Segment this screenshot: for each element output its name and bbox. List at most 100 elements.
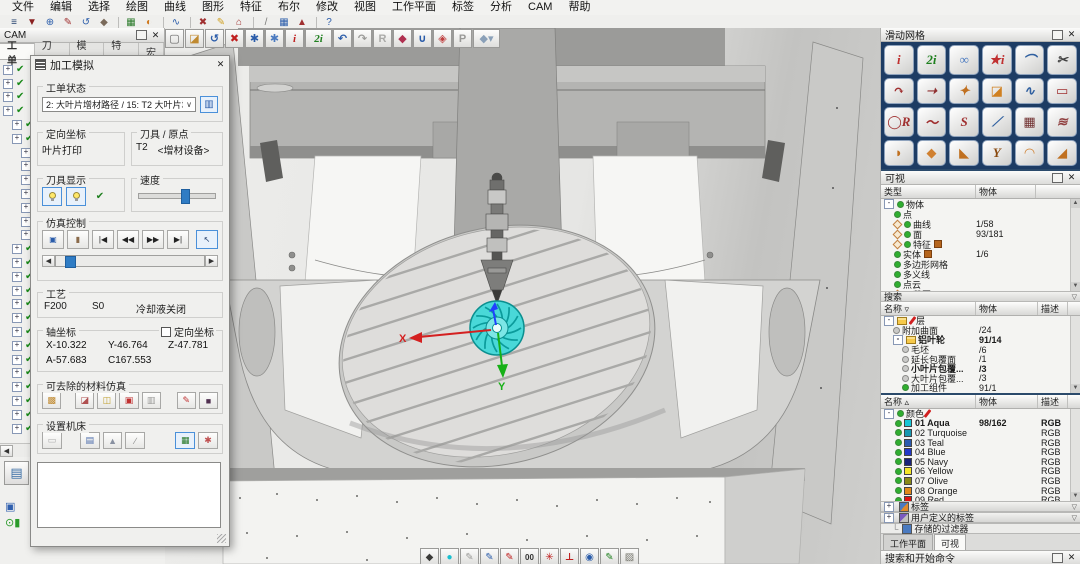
simulation-progress-slider[interactable]: [55, 255, 205, 267]
u-shape-icon[interactable]: ∪: [413, 29, 432, 48]
multi-solid-icon[interactable]: ◈: [433, 29, 452, 48]
collapse-icon[interactable]: +: [3, 92, 13, 102]
collapse-icon[interactable]: +: [3, 106, 13, 116]
collapse-icon[interactable]: +: [12, 134, 22, 144]
collapse-icon[interactable]: +: [3, 79, 13, 89]
visibility-bulb-icon[interactable]: [897, 201, 904, 208]
remove-material-button[interactable]: ◪: [75, 392, 94, 409]
collapse-icon[interactable]: +: [12, 327, 22, 337]
rectangle-icon[interactable]: ▭: [1047, 78, 1077, 105]
machine-alarm-button[interactable]: ✱: [198, 432, 218, 449]
menu-选择[interactable]: 选择: [80, 0, 118, 15]
color-row[interactable]: 01 Aqua98/162RGB: [881, 419, 1080, 429]
column-header-物体[interactable]: 物体: [976, 395, 1038, 408]
color-row[interactable]: 09 RedRGB: [881, 495, 1080, 501]
collapse-icon[interactable]: +: [12, 286, 22, 296]
visibility-bulb-icon[interactable]: [894, 271, 901, 278]
menu-帮助[interactable]: 帮助: [560, 0, 598, 15]
visibility-bulb-icon[interactable]: [904, 291, 911, 292]
pointer-mode-button[interactable]: ↖: [196, 230, 218, 249]
gear-badge-icon[interactable]: ✱: [265, 29, 284, 48]
column-header-描述[interactable]: 描述: [1038, 395, 1068, 408]
pin-icon[interactable]: ⊕: [42, 16, 58, 29]
stop-material-button[interactable]: ▣: [119, 392, 138, 409]
gray-pencil-icon[interactable]: ✎: [460, 548, 479, 564]
speed-slider-handle[interactable]: [181, 189, 190, 204]
menu-标签[interactable]: 标签: [444, 0, 482, 15]
show-tool-button[interactable]: [42, 187, 62, 206]
layered-surface-icon[interactable]: ≋: [1047, 107, 1077, 137]
scroll-left-icon[interactable]: ◀: [0, 445, 13, 457]
menu-图形[interactable]: 图形: [194, 0, 232, 15]
step-forward-icon[interactable]: ▶: [205, 255, 218, 267]
close-panel-icon[interactable]: ✕: [1067, 173, 1076, 182]
hatch-icon[interactable]: ▨: [620, 548, 639, 564]
show-holder-button[interactable]: [66, 187, 86, 206]
sketch-line-icon[interactable]: /: [258, 16, 274, 29]
visible-tree-row[interactable]: 点云: [881, 279, 1080, 289]
3d-viewport[interactable]: X Y: [165, 28, 880, 564]
gem-dropdown-icon[interactable]: ◆▾: [473, 29, 500, 48]
collapse-icon[interactable]: +: [12, 355, 22, 365]
color-row[interactable]: 04 BlueRGB: [881, 447, 1080, 457]
spin-icon[interactable]: ↺: [78, 16, 94, 29]
color-row[interactable]: 06 YellowRGB: [881, 467, 1080, 477]
color-row[interactable]: 05 NavyRGB: [881, 457, 1080, 467]
dialog-titlebar[interactable]: 加工模拟 ✕: [31, 56, 229, 73]
workorder-manager-button[interactable]: ▤: [4, 461, 29, 485]
save-icon[interactable]: ↺: [205, 29, 224, 48]
fold-icon[interactable]: ◣: [949, 140, 979, 167]
menu-文件[interactable]: 文件: [4, 0, 42, 15]
tangent-curve-icon[interactable]: ⟋: [982, 107, 1012, 137]
layer-row[interactable]: 附加曲面/24: [881, 326, 1080, 336]
sweep-icon[interactable]: ∿: [168, 16, 184, 29]
go-start-button[interactable]: |◀: [92, 230, 114, 249]
compare-button[interactable]: ▥: [142, 392, 161, 409]
layer-row[interactable]: 加工组件91/1: [881, 383, 1080, 393]
float-panel-icon[interactable]: [1052, 30, 1063, 40]
eye-view-icon[interactable]: ◉: [580, 548, 599, 564]
expand-icon[interactable]: +: [884, 513, 894, 523]
visibility-bulb-icon[interactable]: [894, 211, 901, 218]
menu-分析[interactable]: 分析: [482, 0, 520, 15]
play-back-button[interactable]: ◀◀: [117, 230, 139, 249]
plumb-tool-icon[interactable]: ⊥: [560, 548, 579, 564]
layer-bulb-icon[interactable]: [902, 365, 909, 372]
simulate-button[interactable]: ▣: [42, 230, 64, 249]
molecule-icon[interactable]: ✳: [540, 548, 559, 564]
visible-tree-row[interactable]: 面93/181: [881, 229, 1080, 239]
dialog-resize-grip[interactable]: [217, 534, 226, 543]
close-panel-icon[interactable]: ✕: [1067, 553, 1076, 562]
new-file-icon[interactable]: ▢: [165, 29, 184, 48]
float-panel-icon[interactable]: [136, 30, 147, 40]
layer-bulb-icon[interactable]: [902, 375, 909, 382]
visibility-bulb-icon[interactable]: [895, 458, 902, 465]
collapse-icon[interactable]: +: [12, 341, 22, 351]
visible-tree-row[interactable]: 草图: [881, 289, 1080, 291]
menu-编辑[interactable]: 编辑: [42, 0, 80, 15]
tool-ok-button[interactable]: ✔: [90, 187, 110, 206]
collapse-icon[interactable]: +: [12, 382, 22, 392]
star-info-icon[interactable]: ★i: [982, 45, 1012, 75]
machine-sound-button[interactable]: ▭: [42, 432, 62, 449]
corner-curve-icon[interactable]: ⌒: [1015, 45, 1045, 75]
zero-zero-icon[interactable]: 00: [520, 548, 539, 564]
grid-icon[interactable]: ▦: [276, 16, 292, 29]
expand-icon[interactable]: +: [884, 502, 894, 512]
redo-r-icon[interactable]: R: [373, 29, 392, 48]
undo-icon[interactable]: ↶: [333, 29, 352, 48]
p-mode-icon[interactable]: P: [453, 29, 472, 48]
flat-arrow-icon[interactable]: ◗: [884, 140, 914, 167]
close-panel-icon[interactable]: ✕: [1067, 30, 1076, 39]
progress-handle[interactable]: [65, 256, 76, 268]
stock-display-button[interactable]: ▩: [42, 392, 61, 409]
goblet-icon[interactable]: Y: [982, 140, 1012, 167]
play-forward-button[interactable]: ▶▶: [142, 230, 164, 249]
colors-root-row[interactable]: -颜色: [881, 409, 1080, 419]
column-header-物体[interactable]: 物体: [976, 302, 1038, 315]
measure-pen-button[interactable]: ✎: [177, 392, 196, 409]
sheet-icon[interactable]: ◆: [917, 140, 947, 167]
collapse-icon[interactable]: -: [884, 316, 894, 326]
menu-修改[interactable]: 修改: [308, 0, 346, 15]
collapse-icon[interactable]: +: [12, 313, 22, 323]
